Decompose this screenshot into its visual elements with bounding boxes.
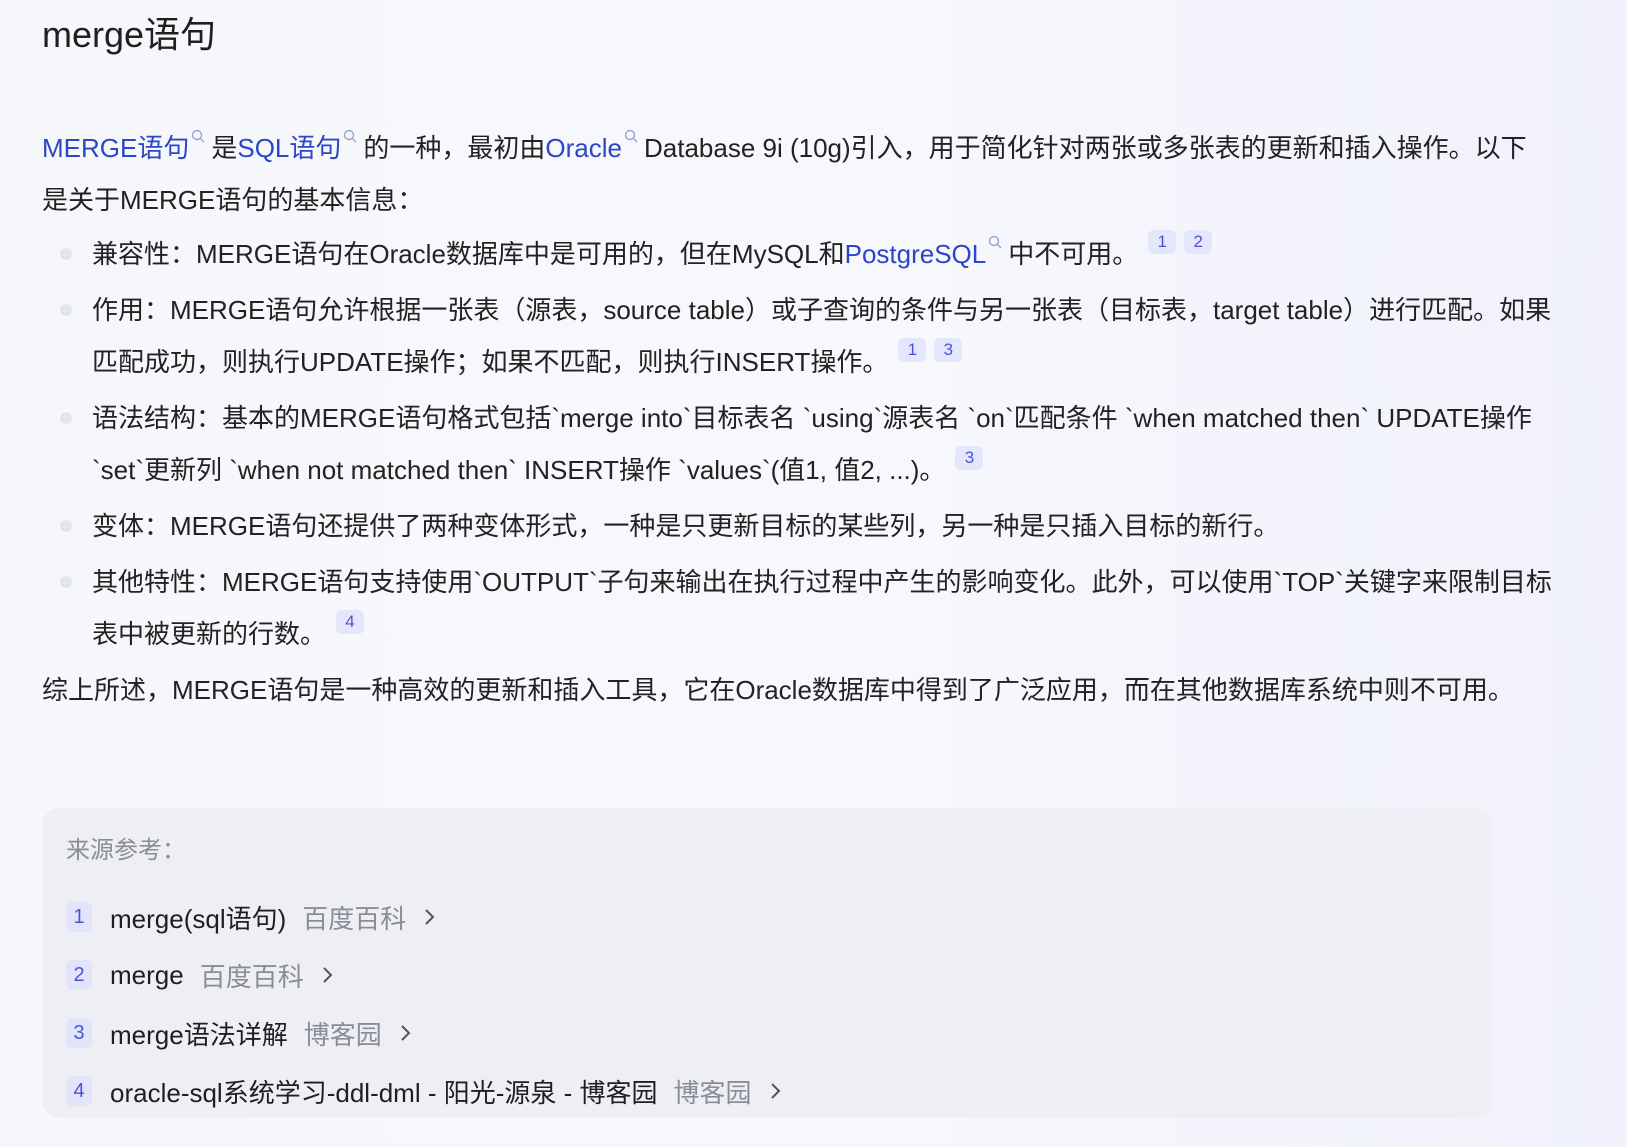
bullet-dot: [60, 304, 72, 316]
source-number: 2: [66, 960, 92, 990]
list-item-text: 作用：MERGE语句允许根据一张表（源表，source table）或子查询的条…: [92, 295, 1552, 377]
chevron-right-icon: [400, 1023, 412, 1043]
list-item: 作用：MERGE语句允许根据一张表（源表，source table）或子查询的条…: [42, 284, 1552, 388]
source-number: 3: [66, 1018, 92, 1048]
summary-paragraph: 综上所述，MERGE语句是一种高效的更新和插入工具，它在Oracle数据库中得到…: [42, 675, 1514, 705]
source-site: 百度百科: [302, 903, 407, 934]
chevron-right-icon: [770, 1081, 782, 1101]
list-item-text: 变体：MERGE语句还提供了两种变体形式，一种是只更新目标的某些列，另一种是只插…: [92, 511, 1280, 541]
chevron-right-icon: [322, 965, 334, 985]
source-site: 博客园: [673, 1077, 752, 1108]
citation-badge[interactable]: 3: [955, 446, 984, 470]
source-site: 博客园: [303, 1019, 382, 1050]
source-title: merge: [110, 959, 184, 990]
sources-panel: 来源参考： 1 merge(sql语句) 百度百科 2 merge 百度百科 3…: [42, 808, 1492, 1118]
answer-body: MERGE语句 是SQL语句 的一种，最初由Oracle Database 9i (1…: [42, 122, 1552, 716]
intro-text-1: 是: [211, 133, 238, 163]
sources-list: 1 merge(sql语句) 百度百科 2 merge 百度百科 3 merge…: [66, 888, 782, 1120]
list-item: 变体：MERGE语句还提供了两种变体形式，一种是只更新目标的某些列，另一种是只插…: [42, 500, 1552, 552]
search-icon[interactable]: [988, 235, 1002, 249]
source-item[interactable]: 1 merge(sql语句) 百度百科: [66, 888, 782, 946]
citation-badge[interactable]: 4: [336, 610, 365, 634]
list-item-text: 兼容性：MERGE语句在Oracle数据库中是可用的，但在MySQL和: [92, 239, 845, 269]
list-item: 语法结构：基本的MERGE语句格式包括`merge into`目标表名 `usi…: [42, 392, 1552, 496]
citation-badge[interactable]: 2: [1184, 230, 1213, 254]
source-item[interactable]: 2 merge 百度百科: [66, 946, 782, 1004]
source-title: merge语法详解: [110, 1019, 288, 1050]
source-item[interactable]: 4 oracle-sql系统学习-ddl-dml - 阳光-源泉 - 博客园 博…: [66, 1062, 782, 1120]
citation-badge[interactable]: 3: [934, 338, 963, 362]
bullet-dot: [60, 412, 72, 424]
keyword-link-postgresql[interactable]: PostgreSQL: [845, 239, 987, 269]
source-number: 4: [66, 1076, 92, 1106]
intro-paragraph: MERGE语句 是SQL语句 的一种，最初由Oracle Database 9i (1…: [42, 122, 1552, 226]
keyword-link-sql[interactable]: SQL语句: [237, 133, 341, 163]
source-title: oracle-sql系统学习-ddl-dml - 阳光-源泉 - 博客园: [110, 1077, 658, 1108]
keyword-link-merge[interactable]: MERGE语句: [42, 133, 189, 163]
list-item: 兼容性：MERGE语句在Oracle数据库中是可用的，但在MySQL和Postg…: [42, 228, 1552, 280]
info-list: 兼容性：MERGE语句在Oracle数据库中是可用的，但在MySQL和Postg…: [42, 228, 1552, 660]
intro-text-2: 的一种，最初由: [363, 133, 546, 163]
source-number: 1: [66, 902, 92, 932]
sources-heading: 来源参考：: [66, 837, 186, 864]
page-title: merge语句: [42, 14, 217, 55]
citation-badge[interactable]: 1: [1148, 230, 1177, 254]
search-icon[interactable]: [624, 129, 638, 143]
source-item[interactable]: 3 merge语法详解 博客园: [66, 1004, 782, 1062]
search-icon[interactable]: [191, 129, 205, 143]
list-item: 其他特性：MERGE语句支持使用`OUTPUT`子句来输出在执行过程中产生的影响…: [42, 556, 1552, 660]
list-item-text: 语法结构：基本的MERGE语句格式包括`merge into`目标表名 `usi…: [92, 403, 1532, 485]
bullet-dot: [60, 248, 72, 260]
bullet-dot: [60, 576, 72, 588]
list-item-text: 其他特性：MERGE语句支持使用`OUTPUT`子句来输出在执行过程中产生的影响…: [92, 567, 1552, 649]
chevron-right-icon: [424, 907, 436, 927]
source-title: merge(sql语句): [110, 903, 287, 934]
keyword-link-oracle[interactable]: Oracle: [545, 133, 622, 163]
search-icon[interactable]: [343, 129, 357, 143]
list-item-text: 中不可用。: [1008, 239, 1139, 269]
bullet-dot: [60, 520, 72, 532]
citation-badge[interactable]: 1: [898, 338, 927, 362]
source-site: 百度百科: [199, 961, 304, 992]
